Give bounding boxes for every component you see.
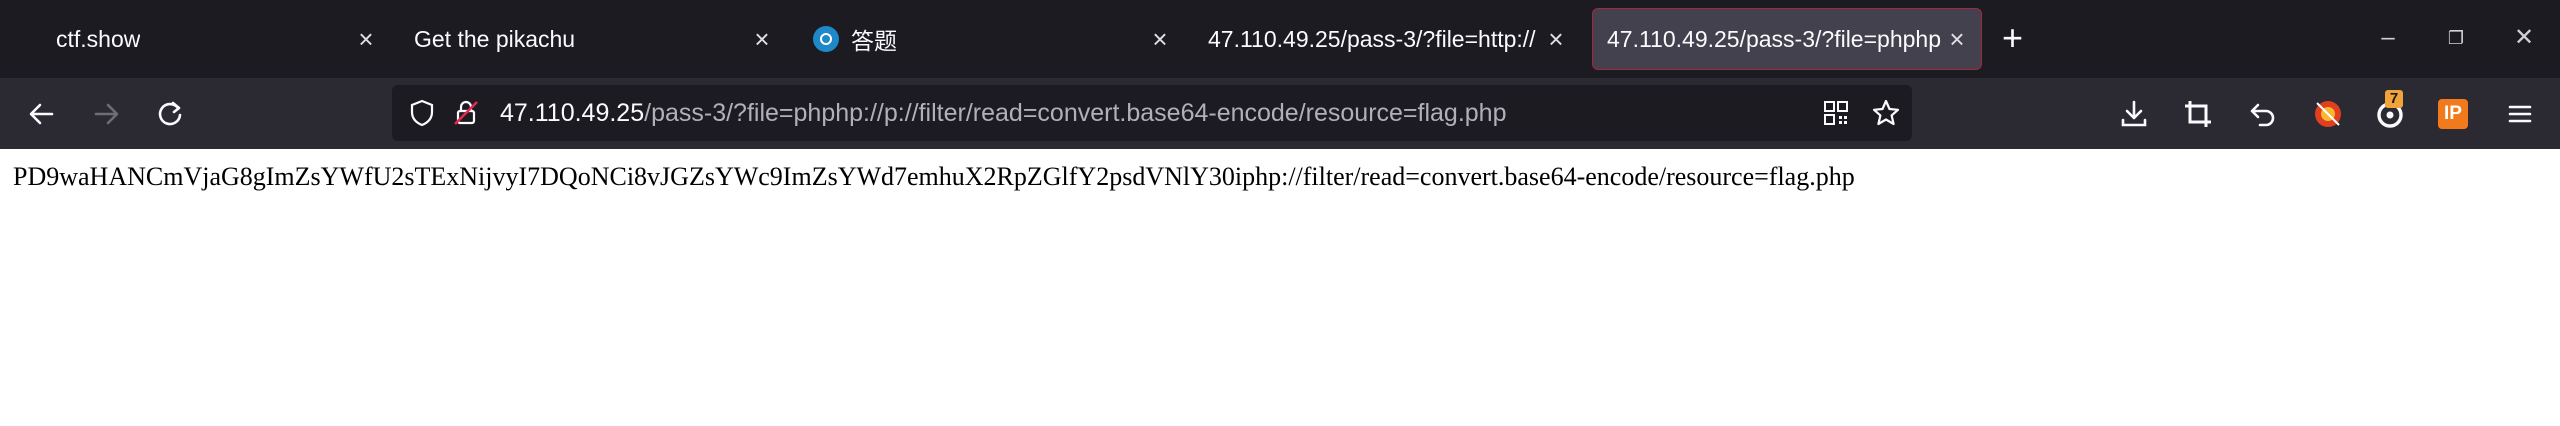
extension-fox-icon[interactable] — [2310, 96, 2346, 132]
tab-answer[interactable]: 答题 × — [794, 8, 1174, 70]
minimize-icon[interactable]: – — [2368, 18, 2408, 58]
restore-icon[interactable]: ❐ — [2436, 18, 2476, 58]
close-icon[interactable]: × — [1148, 26, 1172, 52]
downloads-icon[interactable] — [2116, 96, 2152, 132]
bookmark-star-icon[interactable] — [1870, 97, 1902, 129]
tab-ctfshow[interactable]: ctf.show × — [36, 8, 386, 70]
tab-label: Get the pikachu — [414, 25, 576, 52]
window-close-icon[interactable]: ✕ — [2504, 18, 2544, 58]
insecure-lock-icon[interactable] — [450, 97, 482, 129]
close-icon[interactable]: × — [750, 26, 774, 52]
site-favicon-icon — [813, 26, 839, 52]
notification-badge: 7 — [2385, 90, 2403, 108]
tab-label: 答题 — [851, 28, 897, 54]
back-icon[interactable] — [22, 96, 62, 132]
tab-pikachu[interactable]: Get the pikachu × — [396, 8, 776, 70]
tab-label: 47.110.49.25/pass-3/?file=phphp — [1607, 25, 1941, 52]
tab-bar: ctf.show × Get the pikachu × 答题 × 47.110… — [0, 0, 2560, 78]
ip-extension-icon[interactable]: IP — [2438, 99, 2468, 129]
forward-icon[interactable] — [86, 96, 126, 132]
tab-label: 47.110.49.25/pass-3/?file=http:// — [1208, 25, 1536, 52]
hamburger-menu-icon[interactable] — [2502, 96, 2538, 132]
undo-icon[interactable] — [2244, 96, 2280, 132]
reload-icon[interactable] — [150, 96, 190, 132]
url-text[interactable]: 47.110.49.25/pass-3/?file=phphp://p://fi… — [500, 99, 1507, 128]
qr-code-icon[interactable] — [1820, 97, 1852, 129]
crop-screenshot-icon[interactable] — [2180, 96, 2216, 132]
url-host: 47.110.49.25 — [500, 99, 645, 127]
close-icon[interactable]: × — [1945, 26, 1969, 52]
shield-icon[interactable] — [406, 97, 438, 129]
tab-pass3-http[interactable]: 47.110.49.25/pass-3/?file=http:// × — [1190, 8, 1570, 70]
new-tab-icon[interactable]: + — [2002, 17, 2023, 59]
close-icon[interactable]: × — [354, 26, 378, 52]
tab-label: ctf.show — [56, 25, 141, 52]
tab-pass3-active[interactable]: 47.110.49.25/pass-3/?file=phphp × — [1592, 8, 1982, 70]
url-path: /pass-3/?file=phphp://p://filter/read=co… — [644, 99, 1507, 127]
close-icon[interactable]: × — [1544, 26, 1568, 52]
page-body-text: PD9waHANCmVjaG8gImZsYWfU2sTExNijvyI7DQoN… — [13, 162, 1855, 191]
address-bar[interactable]: 47.110.49.25/pass-3/?file=phphp://p://fi… — [392, 85, 1912, 141]
